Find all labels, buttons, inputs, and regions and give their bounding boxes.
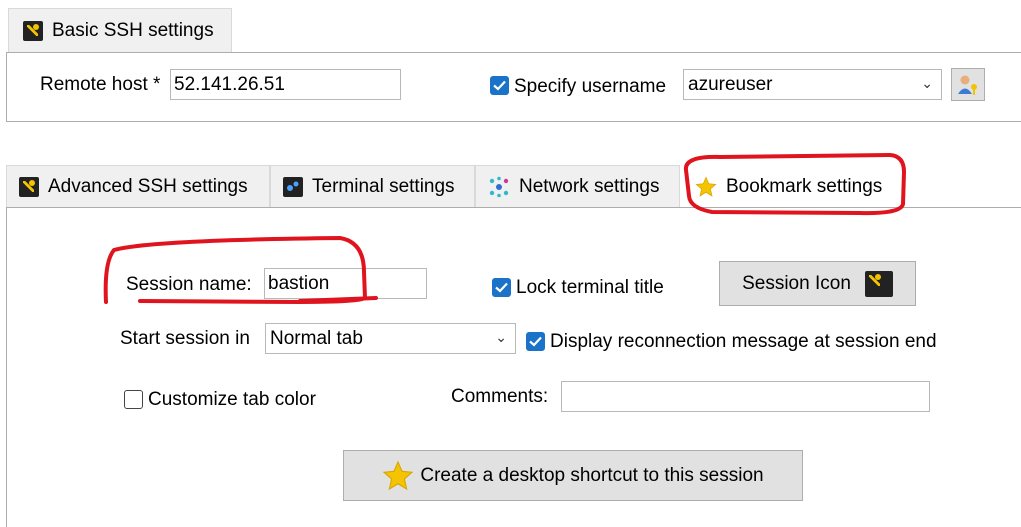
start-session-value: Normal tab bbox=[270, 328, 363, 349]
session-icon-button-label: Session Icon bbox=[742, 272, 851, 294]
start-session-label: Start session in bbox=[120, 328, 250, 349]
tab-advanced-ssh-settings[interactable]: Advanced SSH settings bbox=[6, 165, 270, 208]
tab-bookmark-settings[interactable]: Bookmark settings bbox=[682, 165, 902, 208]
comments-label: Comments: bbox=[451, 386, 549, 407]
tab-terminal-settings-label: Terminal settings bbox=[312, 176, 455, 197]
session-name-label: Session name: bbox=[126, 274, 252, 295]
chevron-down-icon: ⌄ bbox=[921, 75, 933, 91]
create-desktop-shortcut-label: Create a desktop shortcut to this sessio… bbox=[420, 464, 764, 486]
specify-username-label: Specify username bbox=[514, 76, 667, 97]
user-key-icon bbox=[958, 75, 977, 95]
remote-host-label: Remote host * bbox=[40, 74, 161, 95]
tab-advanced-ssh-settings-label: Advanced SSH settings bbox=[48, 176, 248, 197]
remote-host-input[interactable]: 52.141.26.51 bbox=[170, 69, 401, 100]
customize-tab-color-label: Customize tab color bbox=[148, 389, 316, 410]
start-session-select[interactable]: Normal tab ⌄ bbox=[265, 323, 516, 354]
tab-basic-ssh-settings[interactable]: Basic SSH settings bbox=[8, 8, 232, 52]
network-icon bbox=[489, 176, 509, 198]
tab-terminal-settings[interactable]: Terminal settings bbox=[270, 165, 475, 208]
create-desktop-shortcut-button[interactable]: Create a desktop shortcut to this sessio… bbox=[343, 450, 803, 501]
comments-input[interactable] bbox=[561, 381, 930, 412]
tab-network-settings-label: Network settings bbox=[519, 176, 660, 197]
wrench-icon bbox=[19, 177, 39, 197]
display-reconnection-checkbox[interactable] bbox=[526, 332, 545, 351]
star-icon bbox=[695, 176, 717, 197]
chevron-down-icon: ⌄ bbox=[495, 329, 507, 345]
customize-tab-color-checkbox[interactable] bbox=[124, 390, 143, 409]
settings-tabstrip: Advanced SSH settings Terminal settings … bbox=[6, 165, 1021, 208]
lock-terminal-title-label: Lock terminal title bbox=[516, 277, 664, 298]
session-name-input[interactable]: bastion bbox=[264, 268, 427, 299]
tab-bookmark-settings-label: Bookmark settings bbox=[726, 176, 883, 197]
key-icon bbox=[864, 270, 893, 297]
specify-username-checkbox[interactable] bbox=[490, 76, 509, 95]
lock-terminal-title-checkbox[interactable] bbox=[492, 278, 511, 297]
terminal-icon bbox=[283, 177, 303, 197]
session-icon-button[interactable]: Session Icon bbox=[719, 261, 916, 306]
star-icon bbox=[383, 460, 414, 490]
tab-network-settings[interactable]: Network settings bbox=[475, 165, 680, 208]
username-select[interactable]: azureuser ⌄ bbox=[683, 69, 942, 100]
tab-basic-ssh-settings-label: Basic SSH settings bbox=[52, 19, 214, 41]
username-value: azureuser bbox=[688, 74, 773, 95]
user-manager-button[interactable] bbox=[951, 68, 985, 101]
display-reconnection-label: Display reconnection message at session … bbox=[550, 331, 937, 352]
wrench-icon bbox=[23, 20, 43, 41]
